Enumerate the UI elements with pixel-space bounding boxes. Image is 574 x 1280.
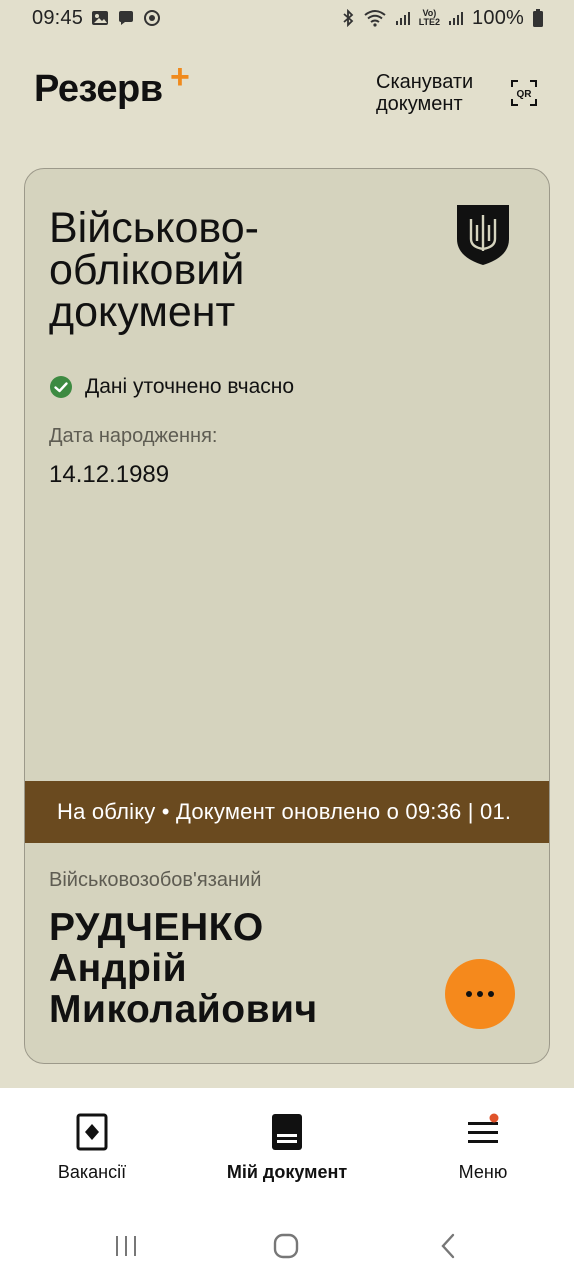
app-header: Резерв + Сканувати документ QR	[0, 56, 574, 128]
home-icon	[273, 1233, 299, 1259]
wifi-icon	[363, 9, 387, 27]
volte-bottom: LTE2	[418, 17, 441, 27]
gallery-icon	[91, 9, 109, 27]
bluetooth-icon	[341, 9, 355, 27]
sync-icon	[143, 9, 161, 27]
status-left: 09:45	[32, 7, 161, 30]
nav-item-my-document[interactable]: Мій документ	[207, 1112, 367, 1183]
status-row: Дані уточнено вчасно	[49, 375, 294, 399]
app-logo: Резерв	[34, 68, 163, 111]
battery-icon	[532, 9, 544, 27]
volte-indicator: Vo) LTE2	[419, 9, 440, 27]
trident-shield-icon	[457, 205, 509, 265]
document-icon	[272, 1114, 302, 1150]
battery-percent: 100%	[472, 6, 524, 29]
document-card: Військово- обліковий документ Дані уточн…	[24, 168, 550, 1064]
signal-icon	[395, 10, 411, 26]
nav-label-menu: Меню	[458, 1162, 508, 1182]
bottom-navigation: Вакансії Мій документ Меню	[0, 1088, 574, 1210]
recent-apps-icon	[116, 1236, 136, 1256]
qr-text: QR	[517, 89, 533, 100]
vacancies-icon	[76, 1113, 108, 1151]
more-options-button[interactable]	[445, 959, 515, 1029]
ticker-text: На обліку • Документ оновлено о 09:36 | …	[57, 799, 512, 824]
status-bar: 09:45 Vo) LTE2 100%	[0, 0, 574, 36]
nav-item-menu[interactable]: Меню	[403, 1112, 563, 1183]
nav-label-vacancies: Вакансії	[57, 1162, 127, 1182]
nav-label-my-document: Мій документ	[226, 1162, 348, 1182]
scan-document-button[interactable]: Сканувати документ QR	[376, 68, 546, 118]
nav-item-vacancies[interactable]: Вакансії	[12, 1112, 172, 1183]
back-icon	[441, 1233, 455, 1259]
status-ticker: На обліку • Документ оновлено о 09:36 | …	[25, 781, 549, 843]
back-button[interactable]	[428, 1230, 468, 1262]
dob-label: Дата народження:	[49, 425, 218, 447]
chat-icon	[117, 9, 135, 27]
status-text: Дані уточнено вчасно	[85, 375, 295, 398]
logo-plus: +	[170, 58, 190, 96]
status-time: 09:45	[32, 6, 84, 29]
ellipsis-icon	[466, 991, 494, 997]
qr-scan-icon: QR	[511, 80, 537, 106]
logo-text: Резерв	[34, 68, 163, 110]
status-right: Vo) LTE2 100%	[341, 7, 544, 30]
menu-icon	[468, 1113, 499, 1143]
scan-document-label: Сканувати документ	[376, 71, 474, 115]
check-circle-icon	[50, 376, 72, 398]
person-role: Військовозобов'язаний	[49, 869, 262, 891]
notification-dot	[489, 1113, 499, 1123]
home-button[interactable]	[266, 1230, 306, 1262]
dob-value: 14.12.1989	[49, 461, 170, 488]
system-navigation	[0, 1210, 574, 1280]
document-title: Військово- обліковий документ	[49, 204, 259, 336]
recent-apps-button[interactable]	[106, 1230, 146, 1262]
signal-icon-2	[448, 10, 464, 26]
person-name: РУДЧЕНКО Андрій Миколайович	[49, 906, 318, 1031]
